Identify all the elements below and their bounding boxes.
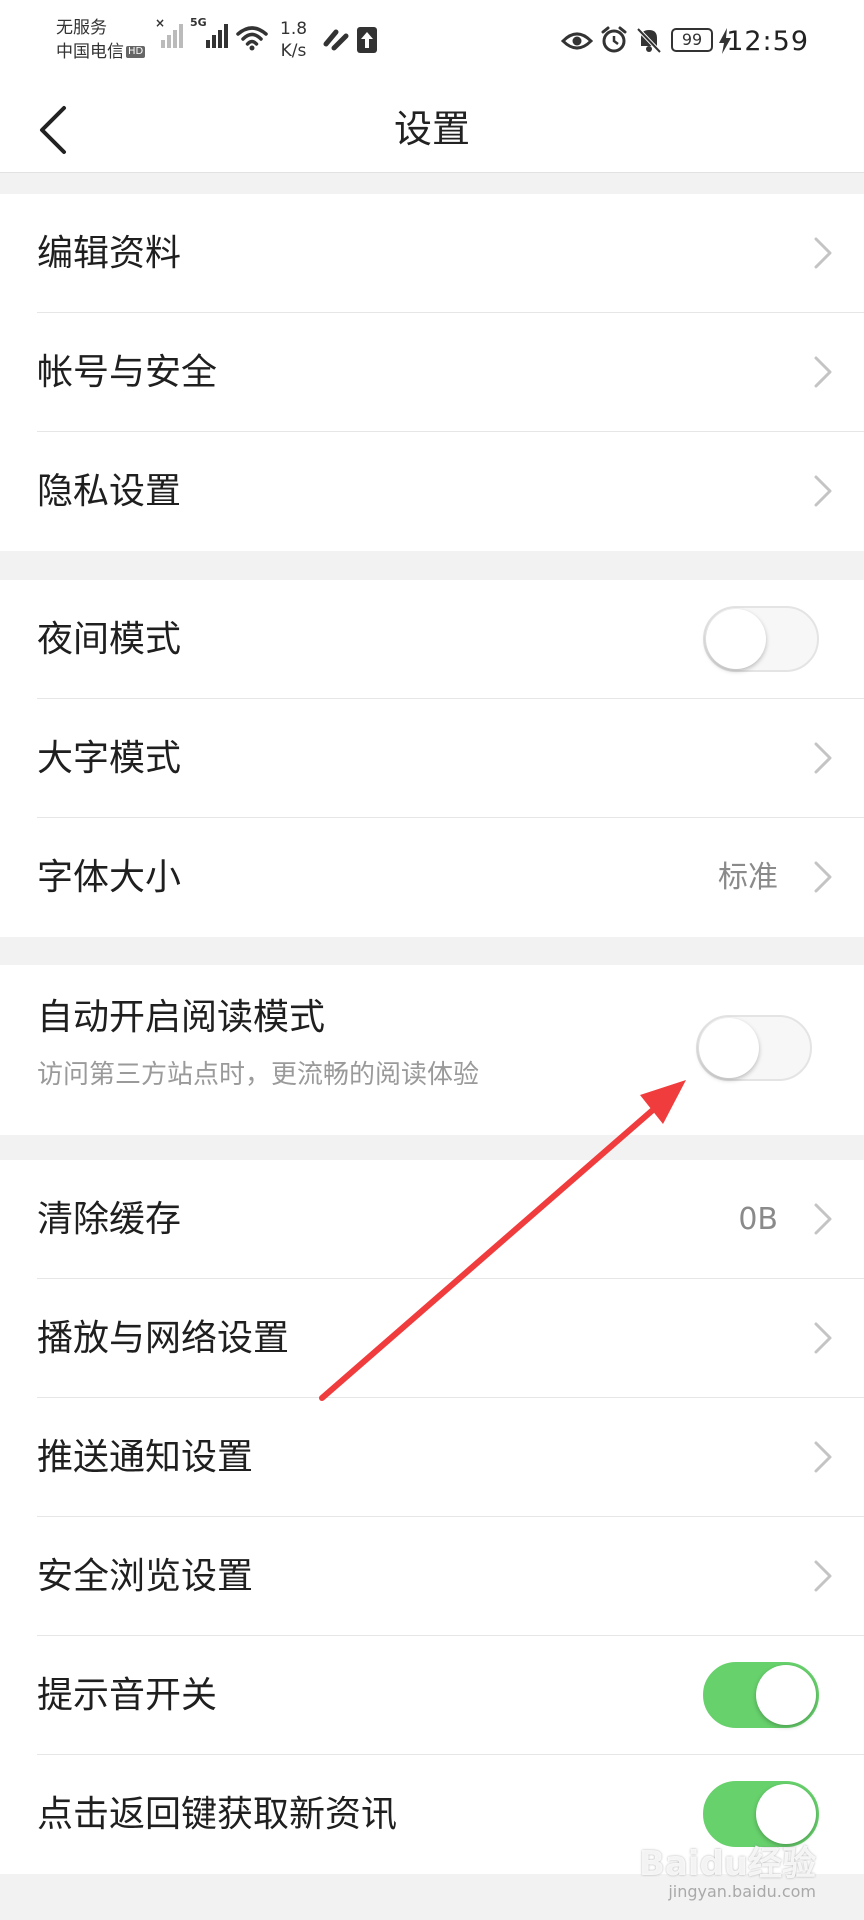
- toggle-knob: [756, 1665, 816, 1725]
- link-icon: [323, 29, 349, 51]
- toggle-knob: [699, 1018, 759, 1078]
- settings-item-account-security[interactable]: 帐号与安全: [0, 313, 864, 432]
- settings-item-large-text[interactable]: 大字模式: [0, 699, 864, 818]
- eye-icon: [561, 32, 593, 50]
- carrier-info: 无服务 中国电信 HD: [56, 16, 146, 64]
- auto-reading-mode-toggle[interactable]: [696, 1015, 812, 1081]
- settings-group-display: 夜间模式 大字模式 字体大小 标准: [0, 580, 864, 937]
- chevron-right-icon: [814, 1203, 832, 1235]
- upload-icon: [357, 27, 377, 53]
- settings-item-push-notification[interactable]: 推送通知设置: [0, 1398, 864, 1517]
- signal-icon-sim1: ×: [155, 16, 183, 48]
- settings-item-edit-profile[interactable]: 编辑资料: [0, 194, 864, 313]
- toggle-knob: [706, 609, 766, 669]
- settings-item-label: 提示音开关: [37, 1675, 218, 1716]
- chevron-right-icon: [814, 1441, 832, 1473]
- settings-item-label: 字体大小: [37, 857, 182, 898]
- chevron-right-icon: [814, 861, 832, 893]
- settings-item-label: 推送通知设置: [37, 1437, 254, 1478]
- settings-item-privacy[interactable]: 隐私设置: [0, 432, 864, 551]
- watermark-url: jingyan.baidu.com: [668, 1882, 816, 1901]
- page-title: 设置: [393, 107, 470, 151]
- signal-icon-sim2: 5G: [190, 16, 228, 48]
- settings-item-playback-network[interactable]: 播放与网络设置: [0, 1279, 864, 1398]
- settings-item-label: 夜间模式: [37, 619, 182, 660]
- carrier-line1: 无服务: [56, 18, 107, 38]
- mute-notification-icon: [636, 27, 662, 54]
- chevron-right-icon: [814, 475, 832, 507]
- network-speed: 1.8 K/s: [280, 19, 308, 61]
- settings-item-label: 编辑资料: [37, 233, 182, 274]
- toggle-knob: [756, 1784, 816, 1844]
- settings-item-clear-cache[interactable]: 清除缓存 0B: [0, 1160, 864, 1279]
- settings-item-subtitle: 访问第三方站点时，更流畅的阅读体验: [37, 1060, 480, 1090]
- font-size-value: 标准: [718, 860, 778, 895]
- settings-item-label: 隐私设置: [37, 471, 182, 512]
- settings-item-label: 自动开启阅读模式: [37, 997, 326, 1038]
- chevron-right-icon: [814, 1560, 832, 1592]
- settings-item-label: 清除缓存: [37, 1199, 182, 1240]
- settings-item-label: 播放与网络设置: [37, 1318, 290, 1359]
- sound-toggle[interactable]: [703, 1662, 819, 1728]
- battery-level: 99: [671, 28, 713, 52]
- settings-item-safe-browsing[interactable]: 安全浏览设置: [0, 1517, 864, 1636]
- carrier-line2: 中国电信: [56, 42, 124, 62]
- status-bar: 无服务 中国电信 HD × 5G 1.8 K/s 99 12:59: [0, 0, 864, 86]
- chevron-right-icon: [814, 356, 832, 388]
- chevron-right-icon: [814, 237, 832, 269]
- cache-size-value: 0B: [738, 1202, 778, 1237]
- settings-group-account: 编辑资料 帐号与安全 隐私设置: [0, 194, 864, 551]
- hd-badge: HD: [126, 46, 146, 58]
- chevron-left-icon: [40, 106, 66, 154]
- settings-item-label: 安全浏览设置: [37, 1556, 254, 1597]
- chevron-right-icon: [814, 742, 832, 774]
- settings-item-night-mode: 夜间模式: [0, 580, 864, 699]
- settings-item-sound: 提示音开关: [0, 1636, 864, 1755]
- alarm-icon: [601, 26, 627, 53]
- settings-group-reading: 自动开启阅读模式 访问第三方站点时，更流畅的阅读体验: [0, 965, 864, 1135]
- back-button[interactable]: [28, 100, 88, 160]
- settings-item-auto-reading-mode: 自动开启阅读模式 访问第三方站点时，更流畅的阅读体验: [0, 965, 864, 1135]
- settings-item-label: 帐号与安全: [37, 352, 218, 393]
- settings-item-font-size[interactable]: 字体大小 标准: [0, 818, 864, 937]
- wifi-icon: [236, 26, 268, 51]
- night-mode-toggle[interactable]: [703, 606, 819, 672]
- clock: 12:59: [726, 26, 809, 57]
- chevron-right-icon: [814, 1322, 832, 1354]
- app-bar: 设置: [0, 86, 864, 173]
- settings-item-label: 大字模式: [37, 738, 182, 779]
- settings-group-general: 清除缓存 0B 播放与网络设置 推送通知设置 安全浏览设置 提示音开关 点击返回…: [0, 1160, 864, 1874]
- settings-item-label: 点击返回键获取新资讯: [37, 1794, 398, 1835]
- watermark-logo: Baidu经验: [638, 1844, 816, 1884]
